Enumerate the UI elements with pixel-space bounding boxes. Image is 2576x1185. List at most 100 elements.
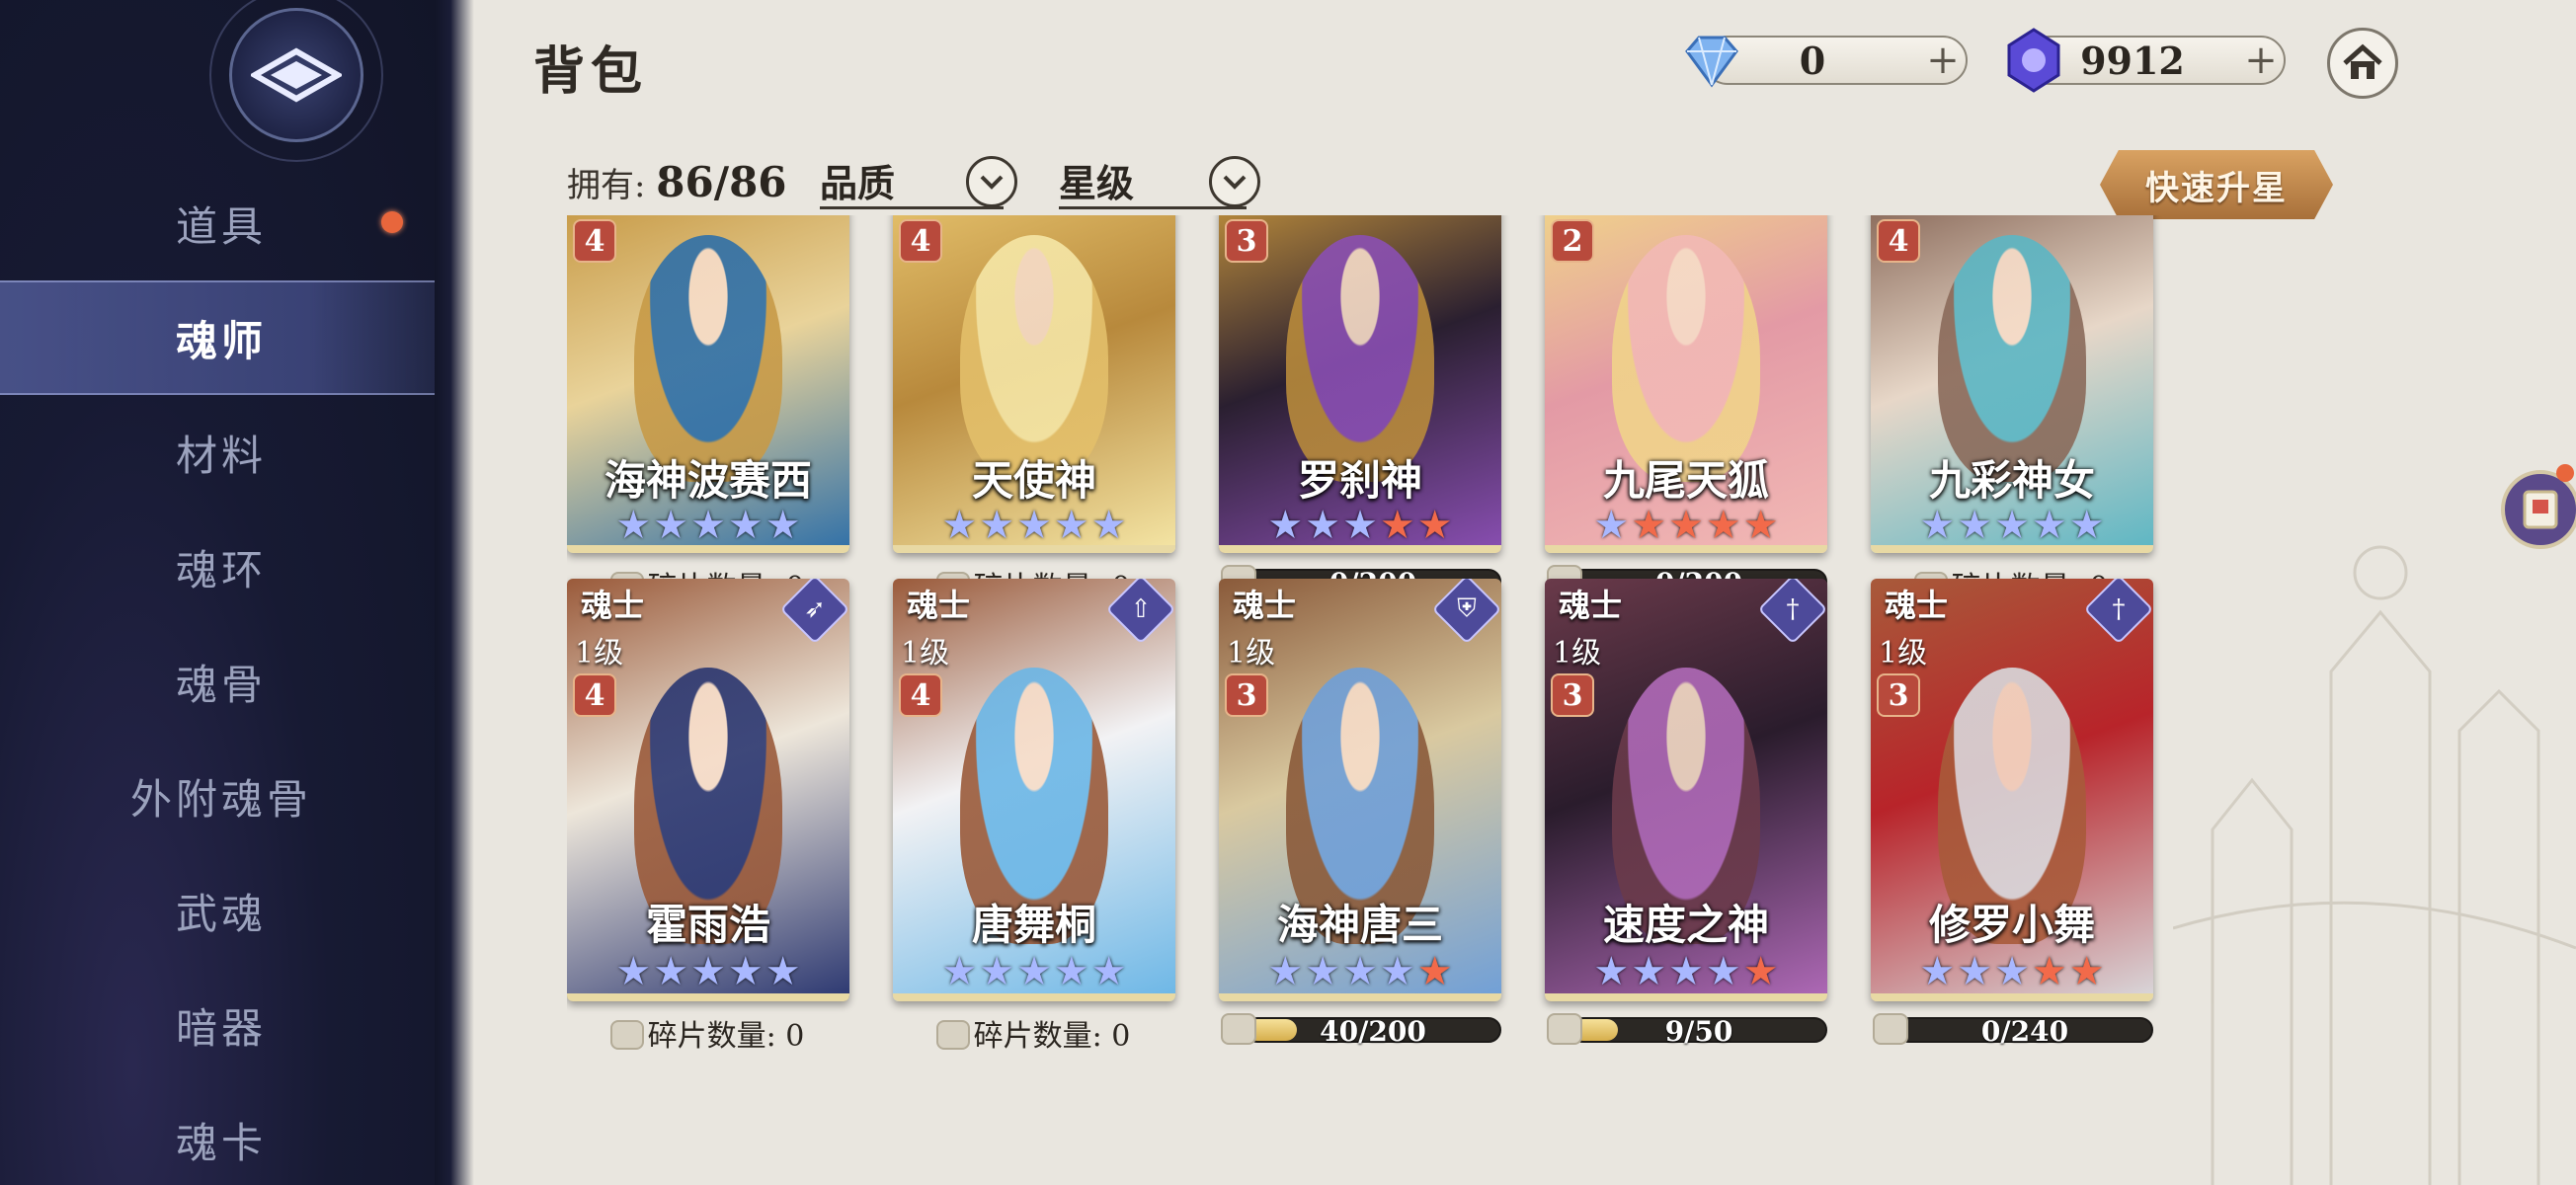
owned-value: 86/86 — [656, 158, 787, 206]
star-icon: ★ — [1631, 949, 1667, 994]
sidebar-item-soul-bone[interactable]: 魂骨 — [0, 624, 443, 739]
hero-name: 天使神 — [971, 456, 1096, 505]
sidebar-item-martial-soul[interactable]: 武魂 — [0, 853, 443, 968]
hero-name: 九彩神女 — [1928, 456, 2095, 505]
hero-name: 速度之神 — [1602, 901, 1769, 949]
owned-count: 拥有: 86/86 — [567, 158, 787, 206]
star-rating: ★ ★ ★ ★ ★ — [1219, 950, 1501, 993]
hero-card[interactable]: 4 九彩神女 ★ ★ ★ ★ ★ — [1871, 215, 2153, 553]
star-icon: ★ — [2068, 949, 2105, 994]
card-frame — [567, 993, 849, 1001]
sidebar-item-hidden-weapon[interactable]: 暗器 — [0, 968, 443, 1082]
fragment-count: 碎片数量: 0 — [567, 1011, 855, 1055]
home-button[interactable] — [2327, 28, 2398, 99]
rank-badge: 4 — [899, 673, 942, 717]
star-icon: ★ — [1593, 503, 1630, 548]
hero-figure — [1938, 235, 2086, 482]
notification-dot — [2556, 464, 2574, 482]
rank-badge: 3 — [1225, 219, 1268, 263]
puzzle-icon — [609, 1020, 644, 1050]
star-icon: ★ — [1994, 949, 2030, 994]
hero-name: 霍雨浩 — [645, 901, 770, 949]
card-frame — [1871, 993, 2153, 1001]
rank-badge: 3 — [1225, 673, 1268, 717]
chevron-down-icon[interactable] — [1209, 156, 1260, 207]
quality-filter[interactable]: 品质 — [820, 154, 1017, 209]
sidebar-item-soul-ring[interactable]: 魂环 — [0, 510, 443, 624]
hero-card[interactable]: 2 九尾天狐 ★ ★ ★ ★ ★ — [1545, 215, 1827, 553]
side-shortcut-button[interactable] — [2501, 470, 2576, 549]
progress-text: 0/240 — [1980, 1015, 2069, 1048]
hero-card[interactable]: 魂士 1级 ⛨ 3 海神唐三 ★ ★ ★ ★ ★ — [1219, 579, 1501, 1001]
soul-crystal-icon — [2007, 28, 2060, 93]
rank-badge: 4 — [1877, 219, 1920, 263]
hero-class: 魂士 — [907, 587, 971, 624]
chevron-down-icon[interactable] — [966, 156, 1017, 207]
star-icon: ★ — [1957, 949, 1993, 994]
quick-star-up-button[interactable]: 快速升星 — [2100, 150, 2333, 219]
diamond-currency[interactable]: 0 + — [1685, 36, 1968, 88]
star-icon: ★ — [1668, 949, 1704, 994]
star-icon: ★ — [690, 503, 726, 548]
star-icon: ★ — [1305, 503, 1341, 548]
star-icon: ★ — [1705, 503, 1741, 548]
star-icon: ★ — [1705, 949, 1741, 994]
star-icon: ★ — [1267, 949, 1304, 994]
star-icon: ★ — [1919, 949, 1956, 994]
hero-card[interactable]: 魂士 1级 † 3 修罗小舞 ★ ★ ★ ★ ★ — [1871, 579, 2153, 1001]
star-rating: ★ ★ ★ ★ ★ — [567, 950, 849, 993]
hero-name: 修罗小舞 — [1928, 901, 2095, 949]
hero-card[interactable]: 魂士 1级 † 3 速度之神 ★ ★ ★ ★ ★ — [1545, 579, 1827, 1001]
star-icon: ★ — [1342, 949, 1378, 994]
hero-card[interactable]: 3 罗刹神 ★ ★ ★ ★ ★ — [1219, 215, 1501, 553]
card-frame — [1219, 993, 1501, 1001]
progress-text: 9/50 — [1664, 1015, 1733, 1048]
puzzle-icon — [935, 1020, 970, 1050]
sidebar-item-materials[interactable]: 材料 — [0, 395, 443, 510]
sidebar-item-soul-card[interactable]: 魂卡 — [0, 1082, 443, 1185]
hero-class: 魂士 — [581, 587, 645, 624]
hero-name: 罗刹神 — [1297, 456, 1422, 505]
quality-filter-label: 品质 — [820, 161, 896, 205]
sidebar-item-soul-master[interactable]: 魂师 — [0, 280, 443, 395]
fragment-count-text: 碎片数量: 0 — [973, 1019, 1131, 1054]
star-icon: ★ — [1305, 949, 1341, 994]
star-icon: ★ — [615, 503, 652, 548]
card-frame — [567, 545, 849, 553]
hero-level: 1级 — [1553, 636, 1602, 671]
hero-card-grid: 4 海神波赛西 ★★★★★ 碎片数量: 0 4 天使神 ★★★★★ 碎片数量: … — [567, 215, 2167, 1104]
progress-text: 40/200 — [1320, 1015, 1426, 1048]
star-rating: ★ ★ ★ ★ ★ — [1545, 950, 1827, 993]
hero-card[interactable]: 魂士 1级 ⇧ 4 唐舞桐 ★ ★ ★ ★ ★ — [893, 579, 1175, 1001]
star-icon: ★ — [1016, 949, 1052, 994]
page-title: 背包 — [533, 41, 649, 102]
card-frame — [893, 545, 1175, 553]
hero-name: 九尾天狐 — [1602, 456, 1769, 505]
sidebar-item-external-bone[interactable]: 外附魂骨 — [0, 739, 443, 853]
star-icon: ★ — [1631, 503, 1667, 548]
star-icon: ★ — [1994, 503, 2030, 548]
star-icon: ★ — [765, 503, 801, 548]
rank-badge: 3 — [1877, 673, 1920, 717]
sidebar-item-props[interactable]: 道具 — [0, 166, 443, 280]
star-icon: ★ — [1919, 503, 1956, 548]
game-emblem-icon — [229, 8, 363, 142]
card-frame — [1545, 993, 1827, 1001]
star-icon: ★ — [1053, 503, 1089, 548]
star-icon: ★ — [1593, 949, 1630, 994]
sidebar-nav: 道具 魂师 材料 魂环 魂骨 外附魂骨 武魂 暗器 魂卡 — [0, 166, 443, 1185]
fragment-progress-bar: 9/50 — [1547, 1013, 1827, 1048]
hero-card[interactable]: 4 海神波赛西 ★ ★ ★ ★ ★ — [567, 215, 849, 553]
star-icon: ★ — [2031, 503, 2067, 548]
background-sketch — [2173, 545, 2576, 1185]
add-crystal-button[interactable]: + — [2238, 38, 2284, 83]
rank-badge: 2 — [1551, 219, 1594, 263]
star-icon: ★ — [941, 503, 978, 548]
star-filter[interactable]: 星级 — [1059, 154, 1260, 209]
add-diamond-button[interactable]: + — [1920, 38, 1966, 83]
crystal-currency[interactable]: 9912 + — [2007, 28, 2286, 93]
fragment-progress-bar: 40/200 — [1221, 1013, 1501, 1048]
hero-card[interactable]: 4 天使神 ★ ★ ★ ★ ★ — [893, 215, 1175, 553]
hero-name: 唐舞桐 — [971, 901, 1096, 949]
hero-card[interactable]: 魂士 1级 ➶ 4 霍雨浩 ★ ★ ★ ★ ★ — [567, 579, 849, 1001]
